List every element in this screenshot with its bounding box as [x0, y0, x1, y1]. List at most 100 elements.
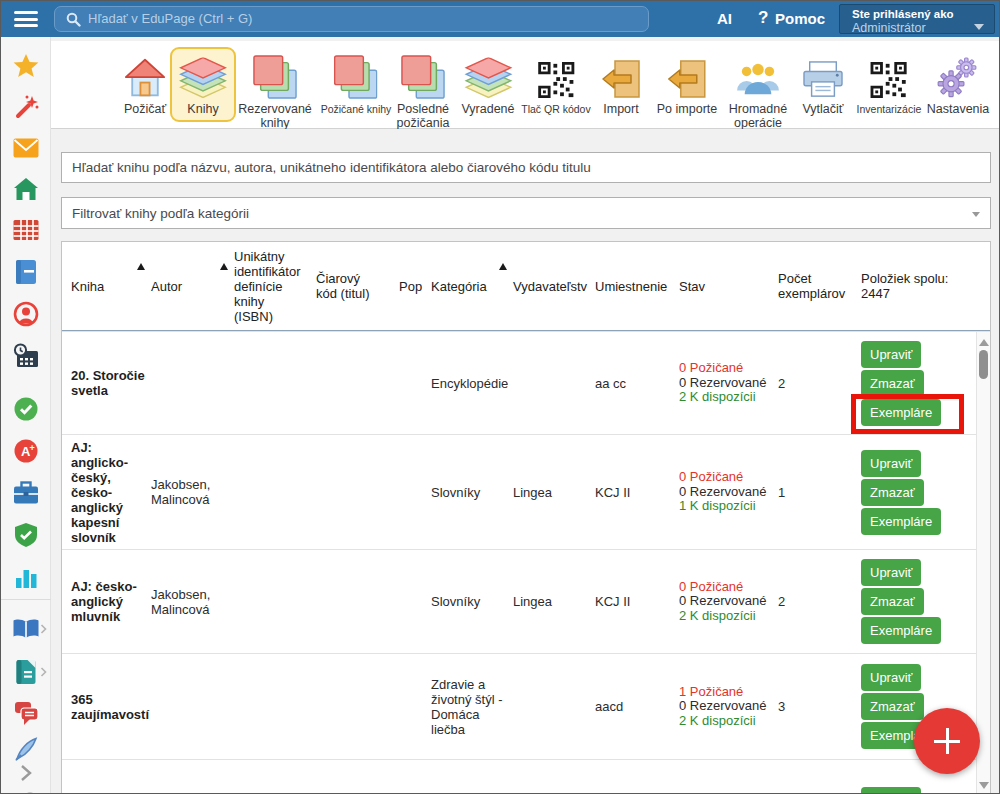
scroll-down-icon[interactable]	[979, 782, 989, 789]
sidebar-item-communication[interactable]	[1, 700, 51, 726]
toolbar-label: Vyradené	[461, 102, 514, 116]
toolbar-item-posledne-pozicania[interactable]: Posledné požičania	[383, 47, 463, 136]
sidebar-item-notes[interactable]	[1, 736, 51, 762]
toolbar-item-hromadne-operacie[interactable]: Hromadné operácie	[716, 47, 800, 136]
sidebar-item-library[interactable]	[1, 617, 51, 641]
person-icon	[13, 301, 39, 327]
hamburger-menu-icon[interactable]	[14, 11, 38, 27]
delete-button[interactable]: Zmazať	[861, 370, 924, 397]
book-status: 1 Požičané 0 Rezervované 2 K dispozícii	[679, 685, 778, 729]
table-row: Zdravie a životný štýl - Domáca liečba 0…	[62, 759, 990, 794]
table-scrollbar[interactable]	[976, 332, 990, 794]
toolbar-label: Import	[603, 102, 638, 116]
toolbar-item-rezervovane-knihy[interactable]: Rezervované knihy	[226, 47, 324, 136]
chevron-down-icon	[974, 24, 984, 30]
edit-button[interactable]: Upraviť	[861, 787, 921, 794]
stacked-pages-icon	[334, 51, 378, 99]
book-status: 0 Požičané 0 Rezervované 2 K dispozícii	[679, 361, 778, 405]
delete-button[interactable]: Zmazať	[861, 588, 924, 615]
row-actions: Upraviť Zmazať Exempláre	[861, 787, 975, 794]
chevron-down-icon	[972, 212, 980, 217]
table-row: 365 zaujímavostí Zdravie a životný štýl …	[62, 653, 990, 759]
col-header-umiestnenie[interactable]: Umiestnenie	[595, 279, 679, 294]
category-filter-select[interactable]: Filtrovať knihy podľa kategórii	[61, 197, 991, 229]
toolbar-item-vytlacit[interactable]: Vytlačiť	[795, 47, 851, 122]
toolbar-label: Inventarizácie	[857, 102, 922, 116]
col-header-stav[interactable]: Stav	[679, 279, 778, 294]
ai-button[interactable]: AI	[717, 10, 732, 27]
sidebar-item-admin[interactable]	[1, 522, 51, 548]
sidebar-item-timetable[interactable]	[1, 218, 51, 242]
sidebar-item-gradebook[interactable]	[1, 259, 51, 285]
house-icon	[122, 51, 168, 99]
sidebar-item-attendance[interactable]	[1, 396, 51, 422]
global-search-input[interactable]: Hľadať v EduPage (Ctrl + G)	[54, 6, 649, 32]
delete-button[interactable]: Zmazať	[861, 693, 924, 720]
help-question-icon[interactable]: ?	[758, 8, 768, 28]
sidebar-item-messages[interactable]	[1, 137, 51, 159]
help-button[interactable]: Pomoc	[775, 10, 825, 27]
sidebar-item-home[interactable]	[1, 177, 51, 201]
toolbar-item-vyradene[interactable]: Vyradené	[454, 47, 521, 122]
sidebar-divider	[1, 599, 51, 600]
scroll-up-icon[interactable]	[979, 339, 989, 346]
left-sidebar: A+	[1, 37, 51, 793]
sidebar-item-favorites[interactable]	[1, 53, 51, 79]
scrollbar-thumb[interactable]	[979, 350, 988, 379]
sort-asc-icon	[137, 263, 145, 270]
sidebar-item-agenda[interactable]	[1, 481, 51, 505]
edit-button[interactable]: Upraviť	[861, 664, 921, 691]
col-header-kniha[interactable]: Kniha	[71, 279, 151, 294]
edit-button[interactable]: Upraviť	[861, 559, 921, 586]
col-header-vydavatelstvo[interactable]: Vydavateľstv	[513, 279, 595, 294]
col-header-autor[interactable]: Autor	[151, 279, 234, 294]
col-header-isbn[interactable]: Unikátny identifikátor definície knihy (…	[234, 249, 316, 324]
timetable-grid-icon	[13, 218, 39, 242]
sidebar-item-wizard[interactable]	[1, 94, 51, 120]
table-header-row: Kniha Autor Unikátny identifikátor defin…	[62, 242, 990, 331]
toolbar-label: Po importe	[657, 102, 717, 116]
toolbar-item-nastavenia[interactable]: Nastavenia	[920, 47, 997, 122]
col-header-ciarovy-kod[interactable]: Čiarový kód (titul)	[316, 271, 399, 301]
sidebar-item-students[interactable]	[1, 301, 51, 327]
search-icon	[66, 12, 81, 27]
toolbar-label: Rezervované knihy	[233, 102, 317, 130]
edit-button[interactable]: Upraviť	[861, 450, 921, 477]
global-search-placeholder: Hľadať v EduPage (Ctrl + G)	[88, 7, 252, 31]
sidebar-item-grades[interactable]: A+	[1, 438, 51, 464]
edupage-library-app: Hľadať v EduPage (Ctrl + G) AI ? Pomoc S…	[0, 0, 1000, 794]
toolbar-item-import[interactable]: Import	[594, 47, 648, 122]
sidebar-item-results[interactable]	[1, 565, 51, 589]
toolbar-label: Tlač QR kódov	[521, 102, 590, 116]
chevron-right-icon	[40, 667, 47, 677]
sidebar-expand-chevron[interactable]	[1, 764, 51, 782]
edit-button[interactable]: Upraviť	[861, 341, 921, 368]
toolbar-label: Knihy	[187, 102, 218, 116]
book-category: Slovníky	[431, 594, 513, 609]
toolbar-item-tlac-qr-kodov[interactable]: Tlač QR kódov	[514, 47, 597, 122]
copies-button[interactable]: Exempláre	[861, 617, 941, 644]
toolbar-item-pozicat[interactable]: Požičať	[115, 47, 175, 122]
sidebar-item-journal[interactable]	[1, 659, 51, 685]
import-door-icon	[601, 51, 641, 99]
toolbar-item-inventarizacie[interactable]: Inventarizácie	[850, 47, 929, 122]
add-book-fab[interactable]	[914, 708, 980, 774]
magic-wand-icon	[13, 94, 39, 120]
book-title: 20. Storočie svetla	[71, 368, 151, 398]
book-status: 0 Požičané 0 Rezervované 1 K dispozícii	[679, 470, 778, 514]
items-total: Položiek spolu: 2447	[861, 271, 975, 301]
book-category: Slovníky	[431, 485, 513, 500]
user-menu[interactable]: Ste prihlásený ako Administrátor	[839, 4, 995, 34]
top-bar: Hľadať v EduPage (Ctrl + G) AI ? Pomoc S…	[1, 1, 999, 37]
library-toolbar: Požičať Knihy Rezervované knihy Požičané…	[51, 41, 999, 129]
delete-button[interactable]: Zmazať	[861, 479, 924, 506]
plus-icon	[946, 728, 949, 754]
col-header-kategoria[interactable]: Kategória	[431, 279, 513, 294]
toolbar-item-po-importe[interactable]: Po importe	[650, 47, 724, 122]
qr-code-icon	[870, 51, 908, 99]
copies-button[interactable]: Exempláre	[861, 508, 941, 535]
sidebar-item-planner[interactable]	[1, 343, 51, 369]
col-header-pocet-exemplarov[interactable]: Počet exemplárov	[778, 271, 861, 301]
book-search-input[interactable]: Hľadať knihu podľa názvu, autora, unikát…	[61, 152, 991, 183]
col-header-pop[interactable]: Pop	[399, 279, 431, 294]
